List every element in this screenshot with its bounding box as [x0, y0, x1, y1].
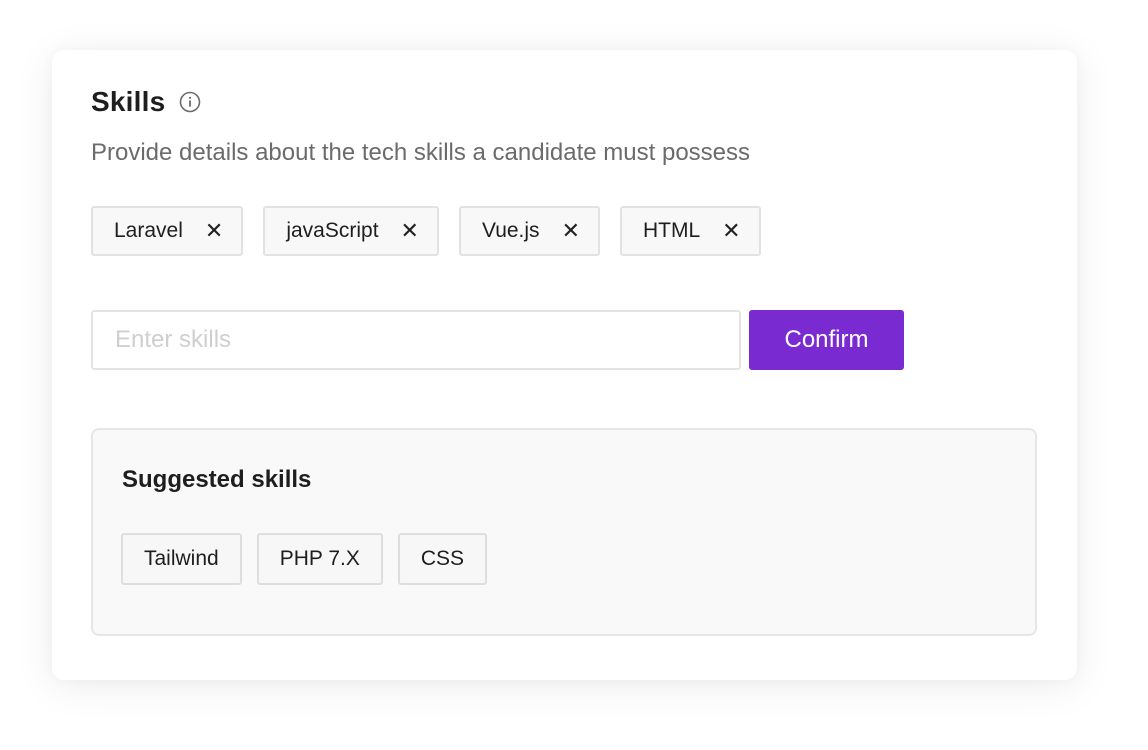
close-icon[interactable]: ✕	[722, 220, 740, 242]
title-row: Skills	[91, 86, 201, 118]
close-icon[interactable]: ✕	[401, 220, 419, 242]
confirm-button[interactable]: Confirm	[749, 310, 904, 370]
subtitle: Provide details about the tech skills a …	[91, 139, 751, 166]
skill-tag-label: HTML	[643, 219, 701, 242]
skill-tag-label: Vue.js	[481, 219, 540, 242]
skill-tag: javaScript ✕	[263, 206, 439, 256]
info-icon[interactable]	[179, 91, 201, 113]
skill-tag: HTML ✕	[620, 206, 761, 256]
selected-skills: Laravel ✕ javaScript ✕ Vue.js ✕ HTML ✕	[91, 206, 761, 256]
skill-tag-label: Laravel	[114, 219, 183, 242]
skills-input[interactable]	[91, 310, 741, 370]
suggested-skill[interactable]: Tailwind	[121, 533, 242, 585]
suggested-skills-panel: Suggested skills Tailwind PHP 7.X CSS	[91, 428, 1037, 636]
suggested-skills-list: Tailwind PHP 7.X CSS	[121, 533, 488, 585]
suggested-skill[interactable]: PHP 7.X	[256, 533, 383, 585]
close-icon[interactable]: ✕	[205, 220, 223, 242]
suggested-skills-title: Suggested skills	[122, 466, 312, 493]
skill-tag: Vue.js ✕	[458, 206, 600, 256]
skill-tag-label: javaScript	[286, 219, 379, 242]
close-icon[interactable]: ✕	[562, 220, 580, 242]
suggested-skill[interactable]: CSS	[397, 533, 488, 585]
skills-card: Skills Provide details about the tech sk…	[52, 50, 1077, 680]
page-title: Skills	[91, 86, 166, 117]
skill-tag: Laravel ✕	[91, 206, 244, 256]
skill-input-row: Confirm	[91, 310, 904, 370]
